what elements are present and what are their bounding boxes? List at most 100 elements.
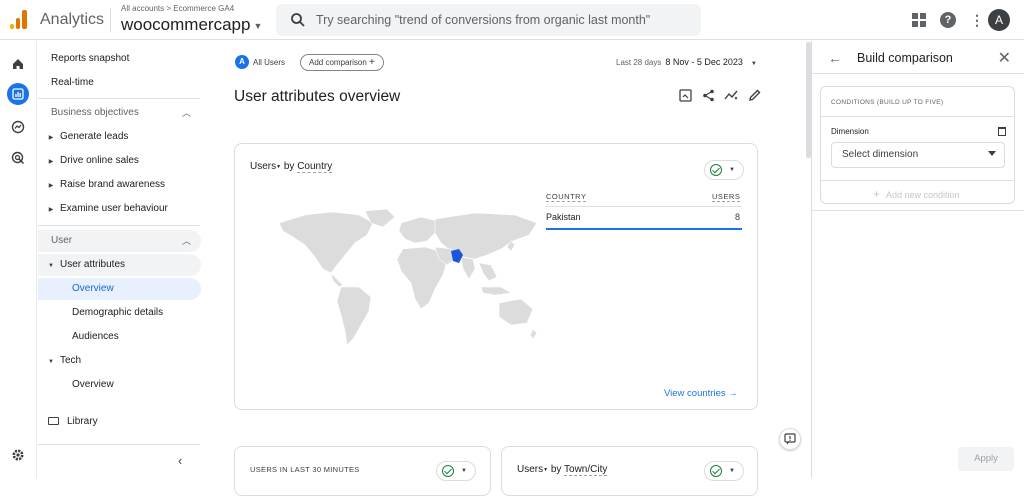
dropdown-arrow-icon (988, 151, 996, 156)
col-header-users[interactable]: USERS (712, 192, 741, 202)
explore-icon[interactable] (8, 117, 28, 137)
table-row-country: Pakistan (546, 212, 581, 222)
chevron-down-icon: ▼ (750, 61, 757, 67)
delete-icon[interactable] (998, 127, 1006, 136)
avatar[interactable]: A (988, 9, 1010, 31)
nav-reports-snapshot[interactable]: Reports snapshot (51, 48, 129, 70)
check-circle-icon (710, 164, 722, 176)
card-compare-chip[interactable]: ▼ (704, 160, 744, 180)
close-icon[interactable]: ✕ (998, 48, 1011, 68)
map-north-america (278, 211, 374, 274)
help-icon[interactable]: ? (940, 12, 956, 28)
insights-icon[interactable] (724, 88, 739, 103)
nav-tech-overview[interactable]: Overview (72, 374, 114, 396)
nav-examine-user-behaviour[interactable]: ▶ Examine user behaviour (42, 198, 168, 220)
search-bar[interactable] (276, 4, 701, 36)
apps-grid-icon[interactable] (912, 13, 926, 27)
main-content: A All Users Add comparison + Last 28 day… (210, 41, 810, 496)
section-business-objectives[interactable]: Business objectives ︿ (51, 102, 201, 124)
analytics-logo[interactable] (10, 9, 28, 29)
settings-gear-icon[interactable] (8, 445, 28, 465)
collapse-arrow-icon: ▼ (48, 263, 54, 269)
add-condition-label: Add new condition (886, 190, 960, 200)
map-india (460, 256, 476, 280)
nav-user-attributes[interactable]: ▼ User attributes (38, 254, 201, 276)
advertising-icon[interactable] (8, 148, 28, 168)
all-users-badge: A (235, 55, 249, 69)
title-metric: Users (517, 464, 544, 475)
panel-title: Build comparison (857, 51, 953, 65)
property-name: woocommercapp (121, 15, 251, 34)
all-users-chip[interactable]: A All Users (235, 54, 285, 70)
chevron-down-icon: ▼ (461, 468, 467, 474)
divider (38, 225, 200, 226)
app-name: Analytics (40, 11, 105, 28)
add-comparison-button[interactable]: Add comparison + (300, 54, 384, 71)
build-comparison-panel: ← Build comparison ✕ CONDITIONS (BUILD U… (811, 41, 1024, 478)
table-row-users: 8 (735, 212, 741, 222)
search-icon (291, 13, 305, 27)
nav-label: Generate leads (60, 131, 129, 142)
apply-button[interactable]: Apply (958, 447, 1014, 471)
property-selector[interactable]: woocommercapp ▼ (121, 15, 262, 35)
nav-ua-overview[interactable]: Overview (38, 278, 201, 300)
feedback-button[interactable] (779, 428, 801, 450)
users-by-country-card: Users▼ by Country ▼ COUNTRY USERS Pakist… (234, 143, 758, 410)
view-countries-link[interactable]: View countries → (664, 388, 738, 399)
nav-realtime[interactable]: Real-time (51, 72, 94, 94)
chevron-down-icon: ▼ (253, 20, 263, 31)
map-indonesia (480, 286, 512, 296)
section-user[interactable]: User ︿ (38, 230, 201, 252)
nav-label: User attributes (60, 259, 126, 270)
expand-arrow-icon: ▶ (48, 207, 54, 213)
nav-demographic-details[interactable]: Demographic details (72, 302, 163, 324)
divider (821, 116, 1014, 117)
card-compare-chip[interactable]: ▼ (436, 461, 476, 481)
col-header-country[interactable]: COUNTRY (546, 192, 587, 202)
search-input[interactable] (316, 10, 686, 30)
account-breadcrumb[interactable]: All accounts > Ecommerce GA4 (121, 4, 234, 13)
map-australia (498, 298, 534, 326)
home-icon[interactable] (8, 54, 28, 74)
feedback-icon (784, 433, 796, 445)
card-title[interactable]: Users▼ by Town/City (517, 464, 608, 476)
world-map (278, 208, 538, 346)
expand-arrow-icon: ▶ (48, 183, 54, 189)
divider (110, 8, 111, 32)
folder-icon (48, 417, 59, 425)
nav-raise-brand-awareness[interactable]: ▶ Raise brand awareness (42, 174, 165, 196)
nav-drive-online-sales[interactable]: ▶ Drive online sales (42, 150, 139, 172)
edit-pencil-icon[interactable] (747, 88, 762, 103)
users-by-city-card: Users▼ by Town/City ▼ (501, 446, 758, 496)
dimension-select[interactable]: Select dimension (831, 142, 1005, 168)
arrow-back-icon[interactable]: ← (828, 50, 842, 66)
map-new-zealand (529, 328, 538, 340)
date-range-picker[interactable]: Last 28 days 8 Nov - 5 Dec 2023 ▼ (616, 57, 757, 67)
nav-audiences[interactable]: Audiences (72, 326, 119, 348)
map-southeast-asia (478, 262, 498, 282)
top-bar: Analytics All accounts > Ecommerce GA4 w… (0, 0, 1024, 40)
add-new-condition-button[interactable]: + Add new condition (873, 187, 960, 201)
section-label: User (51, 235, 73, 246)
nav-library[interactable]: Library (48, 411, 98, 433)
view-countries-label: View countries (664, 388, 726, 399)
customize-report-icon[interactable] (678, 88, 693, 103)
card-compare-chip[interactable]: ▼ (704, 461, 744, 481)
map-south-america (336, 286, 372, 346)
nav-generate-leads[interactable]: ▶ Generate leads (42, 126, 129, 148)
plus-icon: + (873, 187, 881, 201)
reports-icon[interactable] (7, 83, 29, 105)
card-title[interactable]: Users▼ by Country (250, 161, 333, 173)
check-circle-icon (710, 465, 722, 477)
nav-tech[interactable]: ▼ Tech (42, 350, 81, 372)
more-options-icon[interactable]: ⋮ (970, 13, 984, 27)
map-central-america (330, 272, 344, 288)
nav-label: Drive online sales (60, 155, 139, 166)
title-metric: Users (250, 161, 277, 172)
share-icon[interactable] (701, 88, 716, 103)
collapse-nav-chevron-icon[interactable]: ‹ (178, 450, 182, 472)
title-dimension: Town/City (564, 464, 608, 476)
left-rail (0, 41, 37, 478)
divider (38, 444, 200, 445)
select-value: Select dimension (842, 149, 919, 160)
